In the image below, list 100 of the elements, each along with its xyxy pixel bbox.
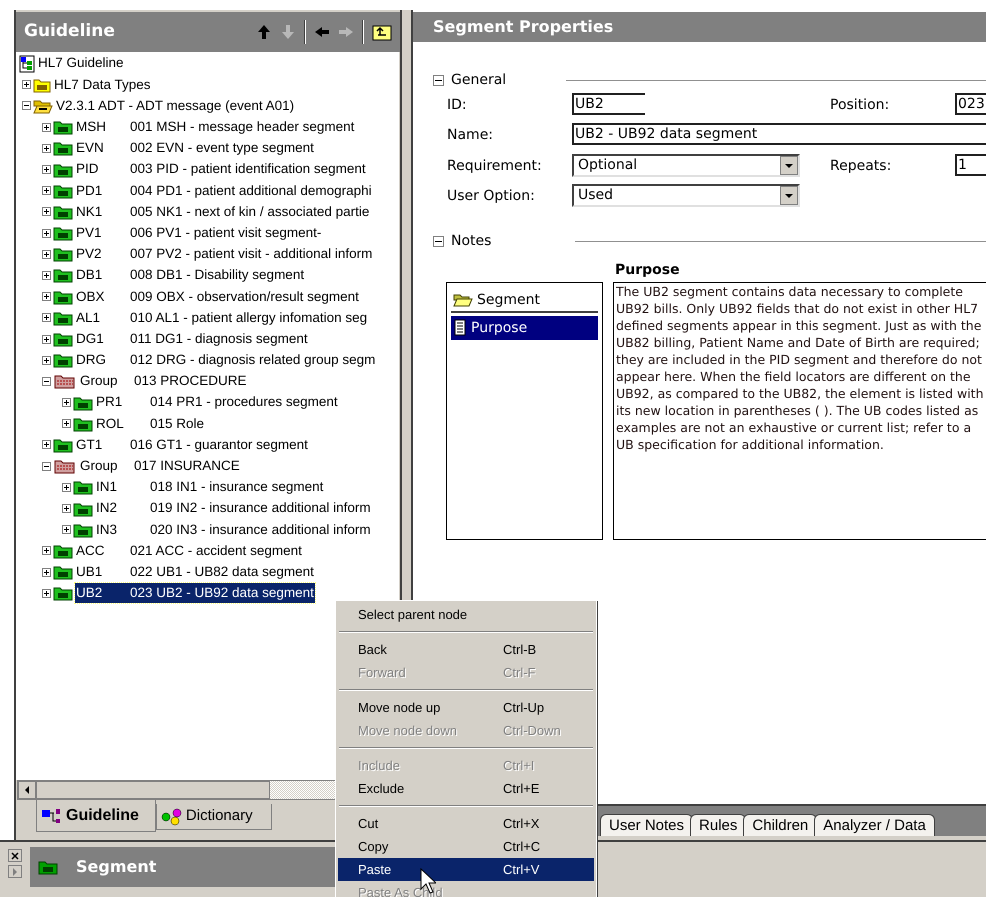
menu-item[interactable]: Back Ctrl-B [338, 638, 594, 661]
expand-box[interactable] [42, 228, 51, 238]
caret-icon [785, 194, 793, 198]
expand-box[interactable] [42, 144, 51, 153]
expand-box[interactable] [62, 398, 71, 408]
notes-item[interactable]: Purpose [451, 316, 598, 340]
tab[interactable]: Guideline [36, 800, 156, 832]
tree-node[interactable]: ROL 015 Role [95, 414, 206, 434]
expand-box[interactable] [42, 356, 51, 365]
collapse-box[interactable] [42, 462, 51, 471]
tree-node[interactable]: PR1 014 PR1 - procedures segment [95, 392, 339, 413]
folder-up-icon[interactable] [372, 23, 392, 41]
folder-icon [53, 585, 73, 602]
expand-box[interactable] [42, 546, 51, 556]
tree-node[interactable]: ACC 021 ACC - accident segment [75, 540, 303, 562]
tab[interactable]: Dictionary [156, 804, 272, 830]
text-field[interactable]: 1 [955, 154, 986, 176]
folder-icon [33, 76, 51, 93]
dropdown[interactable]: Optional [572, 154, 800, 177]
tree-node[interactable]: V2.3.1 ADT - ADT message (event A01) [55, 96, 296, 116]
text-field[interactable]: UB2 [572, 93, 645, 115]
folder-icon [53, 246, 73, 262]
expand-box[interactable] [62, 504, 71, 514]
field-label: Position: [830, 96, 890, 115]
left-arrow-icon[interactable] [314, 24, 330, 40]
tree-node[interactable]: DB1 008 DB1 - Disability segment [75, 265, 306, 286]
tree-node[interactable]: HL7 Data Types [53, 74, 152, 95]
caret-icon [785, 164, 793, 168]
menu-item[interactable]: Move node up Ctrl-Up [338, 696, 594, 719]
panel-title: Segment Properties [433, 16, 614, 38]
expand-box[interactable] [42, 122, 51, 132]
expand-box[interactable] [42, 440, 51, 450]
scroll-thumb[interactable] [36, 781, 270, 799]
folder-icon [53, 288, 73, 305]
tree-node[interactable]: UB1 022 UB1 - UB82 data segment [75, 562, 315, 582]
up-arrow-icon[interactable] [256, 24, 272, 40]
expand-box[interactable] [42, 588, 51, 598]
expand-box[interactable] [62, 482, 71, 492]
menu-item[interactable]: Select parent node [338, 603, 594, 626]
dropdown[interactable]: Used [572, 184, 800, 207]
expand-box[interactable] [42, 207, 51, 216]
expand-box[interactable] [42, 165, 51, 174]
close-button[interactable] [8, 849, 22, 862]
tree-node[interactable]: HL7 Guideline [37, 53, 125, 74]
expand-box[interactable] [42, 334, 51, 344]
expand-box[interactable] [42, 250, 51, 259]
field-label: Name: [447, 126, 494, 145]
collapse-box[interactable] [433, 236, 444, 247]
tree-node[interactable]: IN3 020 IN3 - insurance additional inform [95, 520, 372, 540]
section-title: Notes [451, 232, 492, 251]
tree-node[interactable]: EVN 002 EVN - event type segment [75, 138, 315, 158]
expand-box[interactable] [62, 419, 71, 428]
tree-node[interactable]: GT1 016 GT1 - guarantor segment [75, 434, 309, 456]
text-field[interactable]: UB2 - UB92 data segment [572, 123, 986, 145]
tree-node[interactable]: Group 017 INSURANCE [79, 456, 241, 476]
tab[interactable]: User Notes [600, 814, 694, 836]
field-label: Requirement: [447, 157, 542, 176]
tree-node[interactable]: OBX 009 OBX - observation/result segment [75, 286, 360, 307]
tab[interactable]: Children [743, 814, 818, 836]
tree-node[interactable]: AL1 010 AL1 - patient allergy infomation seg [75, 308, 368, 328]
tree-node[interactable]: PID 003 PID - patient identification segment [75, 159, 367, 180]
tree-node[interactable]: DG1 011 DG1 - diagnosis segment [75, 328, 309, 350]
panel-title: Guideline [24, 20, 115, 44]
right-arrow-icon [13, 868, 17, 876]
tree-node[interactable]: IN1 018 IN1 - insurance segment [95, 477, 324, 498]
tree-node[interactable]: PD1 004 PD1 - patient additional demographi [75, 180, 373, 201]
folder-icon [73, 500, 93, 517]
tree-node[interactable]: IN2 019 IN2 - insurance additional inform [95, 498, 372, 519]
expand-box[interactable] [42, 292, 51, 302]
menu-item[interactable]: Exclude Ctrl+E [338, 777, 594, 800]
tree-node[interactable]: DRG 012 DRG - diagnosis related group segm [75, 350, 376, 370]
notes-item[interactable]: Segment [451, 289, 598, 313]
expand-box[interactable] [62, 525, 71, 534]
tree-node[interactable]: Group 013 PROCEDURE [79, 371, 248, 392]
tree-node[interactable]: NK1 005 NK1 - next of kin / associated partie [75, 202, 370, 222]
expand-box[interactable] [42, 270, 51, 280]
tree-node[interactable]: PV2 007 PV2 - patient visit - additional inform [75, 244, 374, 264]
tree-node[interactable]: UB2 023 UB2 - UB92 data segment [75, 583, 315, 604]
folder-icon [53, 204, 73, 220]
tab[interactable]: Analyzer / Data [814, 814, 935, 836]
tab[interactable]: Rules [690, 814, 746, 836]
collapse-box[interactable] [42, 376, 51, 386]
expand-box[interactable] [42, 568, 51, 577]
menu-item[interactable]: Copy Ctrl+C [338, 835, 594, 858]
tree-node[interactable]: MSH 001 MSH - message header segment [75, 117, 356, 138]
folder-icon [73, 416, 93, 432]
section-title: General [451, 71, 506, 90]
expand-box[interactable] [42, 186, 51, 196]
menu-item[interactable]: Cut Ctrl+X [338, 812, 594, 835]
dots-icon [160, 808, 183, 826]
scroll-left-button[interactable] [18, 781, 36, 799]
menu-item[interactable]: Paste Ctrl+V [338, 858, 594, 881]
folder-icon [53, 162, 73, 178]
expand-box[interactable] [22, 80, 31, 90]
folder-icon [38, 859, 58, 875]
collapse-box[interactable] [22, 101, 31, 110]
expand-box[interactable] [42, 313, 51, 322]
tree-node[interactable]: PV1 006 PV1 - patient visit segment- [75, 222, 322, 244]
collapse-box[interactable] [433, 75, 444, 86]
text-field[interactable]: 023 [955, 93, 986, 115]
